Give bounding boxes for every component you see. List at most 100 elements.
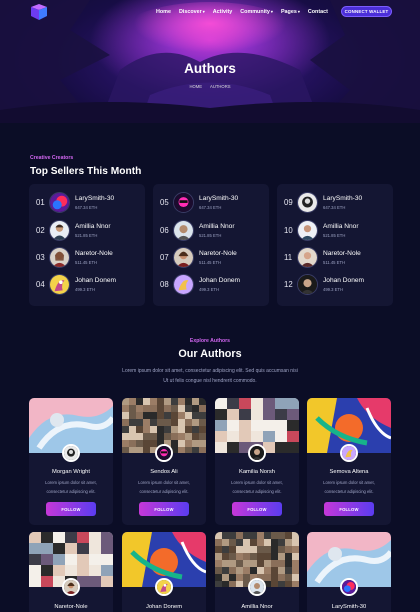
- seller-item[interactable]: 07 Naretor-Nole 511.45 ETH: [153, 247, 269, 269]
- hero-banner: Home Discover▾ Activity Community▾ Pages…: [0, 0, 420, 123]
- avatar[interactable]: [62, 444, 80, 462]
- seller-item[interactable]: 01 LarySmith-30 647.34 ETH: [29, 192, 145, 214]
- nav-item-community[interactable]: Community▾: [240, 9, 273, 15]
- seller-eth: 499.3 ETH: [323, 287, 344, 292]
- author-name[interactable]: Kamilia Norsh: [215, 469, 299, 475]
- avatar[interactable]: [49, 274, 70, 295]
- author-card[interactable]: Semova Altena Lorem ipsum dolor sit amet,…: [307, 398, 391, 525]
- seller-eth: 499.3 ETH: [199, 287, 220, 292]
- follow-button[interactable]: FOLLOW: [232, 502, 282, 516]
- logo-icon[interactable]: [30, 4, 48, 20]
- seller-item[interactable]: 12 Johan Donem 499.3 ETH: [277, 274, 393, 296]
- seller-item[interactable]: 04 Johan Donem 499.3 ETH: [29, 274, 145, 296]
- seller-rank: 11: [284, 253, 293, 262]
- avatar[interactable]: [248, 444, 266, 462]
- seller-name[interactable]: LarySmith-30: [199, 195, 238, 202]
- seller-eth: 521.85 ETH: [75, 233, 98, 238]
- avatar[interactable]: [173, 192, 194, 213]
- seller-name[interactable]: Johan Donem: [75, 277, 116, 284]
- author-description: Lorem ipsum dolor sit amet, consectetur …: [45, 480, 97, 494]
- avatar[interactable]: [173, 247, 194, 268]
- author-name[interactable]: Amillia Nnor: [215, 604, 299, 610]
- author-card[interactable]: Amillia Nnor: [215, 532, 299, 612]
- nav-item-pages[interactable]: Pages▾: [281, 9, 300, 15]
- avatar[interactable]: [248, 578, 266, 596]
- author-card[interactable]: Johan Donem: [122, 532, 206, 612]
- top-sellers-card: 05 LarySmith-30 647.34 ETH 06 Amillia Nnor 52…: [153, 184, 269, 306]
- seller-rank: 08: [160, 280, 169, 289]
- author-name[interactable]: Morgan Wright: [29, 469, 113, 475]
- avatar[interactable]: [173, 274, 194, 295]
- author-card[interactable]: Kamilia Norsh Lorem ipsum dolor sit amet,…: [215, 398, 299, 525]
- page-title: Authors: [184, 61, 236, 76]
- nav-label: Pages: [280, 9, 297, 15]
- seller-eth: 511.45 ETH: [75, 260, 98, 265]
- author-card[interactable]: Naretor-Nole: [29, 532, 113, 612]
- breadcrumb-home[interactable]: HOME: [189, 84, 202, 89]
- seller-rank: 10: [284, 226, 293, 235]
- seller-name[interactable]: Amillia Nnor: [75, 223, 111, 230]
- avatar[interactable]: [297, 247, 318, 268]
- section-description: Lorem ipsum dolor sit amet, consectetur …: [122, 368, 298, 384]
- breadcrumb-current: AUTHORS: [210, 84, 231, 89]
- avatar[interactable]: [49, 192, 70, 213]
- seller-name[interactable]: Naretor-Nole: [199, 250, 237, 257]
- seller-item[interactable]: 03 Naretor-Nole 511.45 ETH: [29, 247, 145, 269]
- seller-rank: 02: [36, 226, 45, 235]
- seller-item[interactable]: 08 Johan Donem 499.3 ETH: [153, 274, 269, 296]
- author-name[interactable]: Naretor-Nole: [29, 604, 113, 610]
- author-card[interactable]: Sendos Ali Lorem ipsum dolor sit amet, co…: [122, 398, 206, 525]
- seller-name[interactable]: LarySmith-30: [75, 195, 114, 202]
- seller-item[interactable]: 10 Amillia Nnor 521.85 ETH: [277, 220, 393, 242]
- author-card[interactable]: LarySmith-30: [307, 532, 391, 612]
- avatar[interactable]: [297, 192, 318, 213]
- section-title: Top Sellers This Month: [30, 166, 142, 177]
- nav-item-home[interactable]: Home: [156, 9, 171, 15]
- seller-name[interactable]: Naretor-Nole: [323, 250, 361, 257]
- top-sellers-card: 09 LarySmith-30 647.34 ETH 10 Amillia Nnor 52…: [277, 184, 393, 306]
- seller-item[interactable]: 11 Naretor-Nole 511.45 ETH: [277, 247, 393, 269]
- avatar[interactable]: [49, 220, 70, 241]
- seller-item[interactable]: 09 LarySmith-30 647.34 ETH: [277, 192, 393, 214]
- avatar[interactable]: [173, 220, 194, 241]
- seller-name[interactable]: Johan Donem: [323, 277, 364, 284]
- chevron-down-icon: ▾: [297, 9, 300, 14]
- seller-name[interactable]: Amillia Nnor: [199, 223, 235, 230]
- avatar[interactable]: [155, 444, 173, 462]
- avatar[interactable]: [155, 578, 173, 596]
- nav-item-activity[interactable]: Activity: [213, 9, 232, 15]
- seller-name[interactable]: Johan Donem: [199, 277, 240, 284]
- author-name[interactable]: Semova Altena: [307, 469, 391, 475]
- follow-button[interactable]: FOLLOW: [324, 502, 374, 516]
- avatar[interactable]: [340, 578, 358, 596]
- avatar[interactable]: [340, 444, 358, 462]
- author-name[interactable]: LarySmith-30: [307, 604, 391, 610]
- nav-label: Activity: [212, 9, 233, 15]
- chevron-down-icon: ▾: [202, 9, 205, 14]
- avatar[interactable]: [297, 220, 318, 241]
- author-name[interactable]: Sendos Ali: [122, 469, 206, 475]
- follow-button[interactable]: FOLLOW: [46, 502, 96, 516]
- author-name[interactable]: Johan Donem: [122, 604, 206, 610]
- nav-label: Discover: [178, 9, 202, 15]
- avatar[interactable]: [297, 274, 318, 295]
- seller-item[interactable]: 02 Amillia Nnor 521.85 ETH: [29, 220, 145, 242]
- seller-item[interactable]: 06 Amillia Nnor 521.85 ETH: [153, 220, 269, 242]
- avatar[interactable]: [49, 247, 70, 268]
- follow-button[interactable]: FOLLOW: [139, 502, 189, 516]
- author-card[interactable]: Morgan Wright Lorem ipsum dolor sit amet,…: [29, 398, 113, 525]
- connect-wallet-button[interactable]: CONNECT WALLET: [341, 6, 392, 17]
- top-sellers-card: 01 LarySmith-30 647.34 ETH 02 Amillia Nnor 52…: [29, 184, 145, 306]
- seller-name[interactable]: Naretor-Nole: [75, 250, 113, 257]
- seller-name[interactable]: LarySmith-30: [323, 195, 362, 202]
- page: Home Discover▾ Activity Community▾ Pages…: [0, 0, 420, 612]
- seller-eth: 499.3 ETH: [75, 287, 96, 292]
- seller-item[interactable]: 05 LarySmith-30 647.34 ETH: [153, 192, 269, 214]
- seller-rank: 04: [36, 280, 45, 289]
- avatar[interactable]: [62, 578, 80, 596]
- seller-name[interactable]: Amillia Nnor: [323, 223, 359, 230]
- seller-rank: 06: [160, 226, 169, 235]
- seller-rank: 05: [160, 198, 169, 207]
- nav-item-discover[interactable]: Discover▾: [179, 9, 205, 15]
- nav-item-contact[interactable]: Contact: [308, 9, 328, 15]
